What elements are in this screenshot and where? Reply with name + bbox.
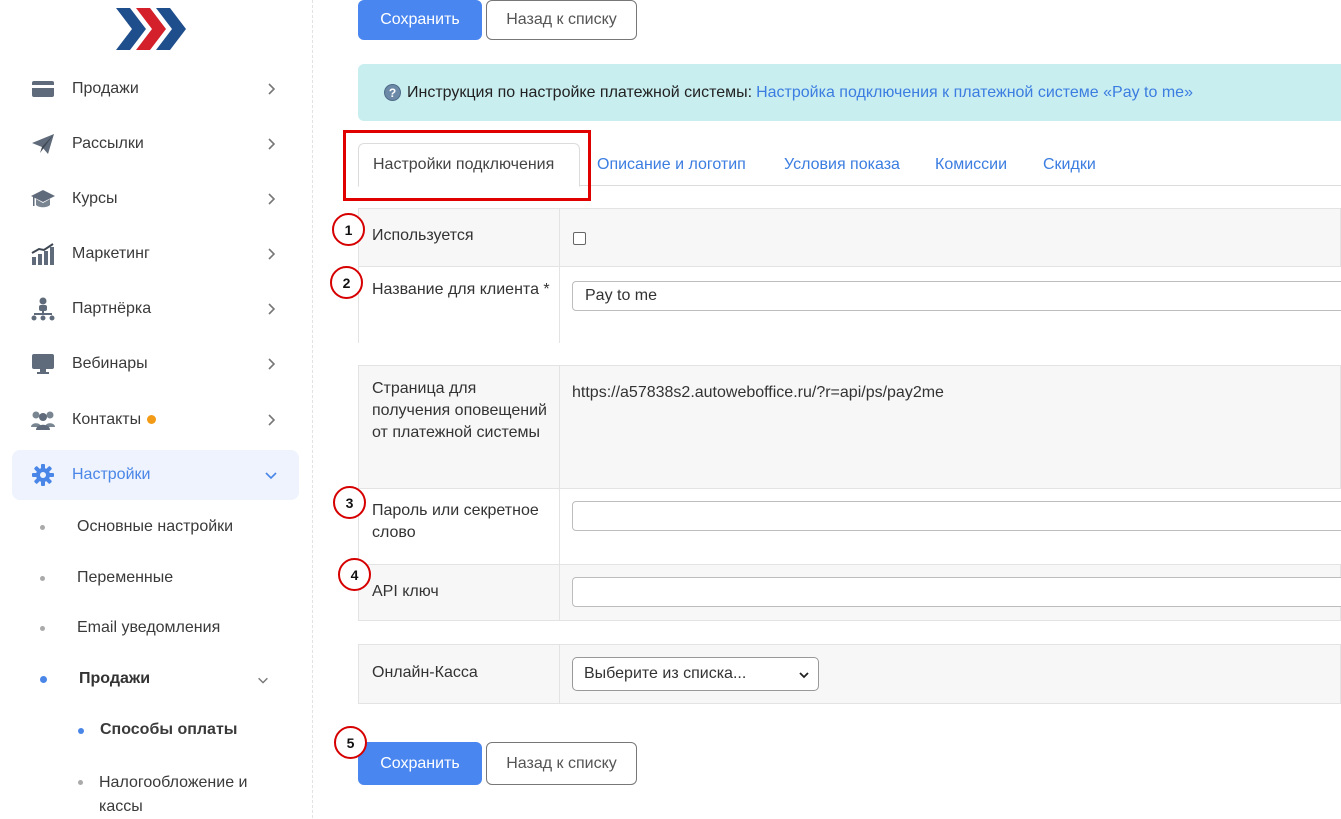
- question-icon: ?: [384, 84, 401, 101]
- annotation-marker-3: 3: [333, 486, 366, 519]
- sidebar-item-settings[interactable]: Настройки: [12, 450, 299, 500]
- sidebar-item-label: Продажи: [72, 80, 139, 97]
- chevron-down-icon: [799, 672, 809, 679]
- back-to-list-button-bottom[interactable]: Назад к списку: [486, 742, 637, 785]
- row-cashbox: Онлайн-Касса Выберите из списка...: [359, 645, 1341, 703]
- notification-dot: [147, 415, 157, 425]
- instruction-text: Инструкция по настройке платежной систем…: [407, 83, 753, 101]
- tab-bar: Настройки подключения Описание и логотип…: [358, 143, 1341, 187]
- row-notify-page: Страница для получения оповещений от пла…: [359, 366, 1341, 488]
- sidebar-item-label: Курсы: [72, 190, 118, 207]
- chevron-right-icon: [268, 303, 276, 315]
- chevron-down-icon: [258, 677, 268, 684]
- client-name-label: Название для клиента *: [372, 281, 550, 298]
- sidebar-item-label: Маркетинг: [72, 245, 150, 262]
- logo-icon[interactable]: [116, 8, 186, 50]
- instruction-link[interactable]: Настройка подключения к платежной систем…: [756, 84, 1193, 102]
- annotation-marker-2: 2: [330, 266, 363, 299]
- api-key-input[interactable]: [572, 577, 1341, 607]
- tab-connection-settings[interactable]: Настройки подключения: [358, 143, 580, 187]
- chevron-right-icon: [268, 248, 276, 260]
- annotation-marker-5: 5: [334, 726, 367, 759]
- sidebar-sub-payment-methods[interactable]: Способы оплаты: [78, 721, 237, 739]
- chart-bar-icon: [30, 241, 56, 267]
- save-button-bottom[interactable]: Сохранить: [358, 742, 482, 785]
- sidebar-item-label: Вебинары: [72, 355, 148, 372]
- settings-table-2: Страница для получения оповещений от пла…: [358, 365, 1341, 621]
- cashbox-select[interactable]: Выберите из списка...: [572, 657, 819, 691]
- users-icon: [30, 407, 56, 433]
- sidebar-item-marketing[interactable]: Маркетинг: [12, 229, 299, 279]
- cashbox-label: Онлайн-Касса: [372, 664, 478, 681]
- row-used: Используется: [359, 209, 1341, 266]
- chevron-right-icon: [268, 193, 276, 205]
- sidebar-sub-taxation[interactable]: Налогообложение и кассы: [78, 771, 278, 819]
- sidebar-item-sales[interactable]: Продажи: [12, 64, 299, 114]
- chevron-right-icon: [268, 138, 276, 150]
- notify-page-url: https://a57838s2.autoweboffice.ru/?r=api…: [572, 384, 944, 401]
- network-icon: [30, 296, 56, 322]
- sidebar-item-courses[interactable]: Курсы: [12, 174, 299, 224]
- back-to-list-button-top[interactable]: Назад к списку: [486, 0, 637, 40]
- chevron-right-icon: [268, 414, 276, 426]
- sidebar-item-label: Контакты: [72, 411, 157, 429]
- sidebar-item-webinars[interactable]: Вебинары: [12, 339, 299, 389]
- sidebar-item-label: Настройки: [72, 466, 151, 483]
- sidebar-item-label: Рассылки: [72, 135, 144, 152]
- password-label: Пароль или секретное слово: [372, 502, 539, 541]
- sidebar-sub-basic-settings[interactable]: Основные настройки: [30, 518, 233, 536]
- instruction-banner: ? Инструкция по настройке платежной сист…: [358, 64, 1341, 121]
- tab-display-conditions[interactable]: Условия показа: [784, 143, 900, 186]
- chevron-down-icon: [265, 472, 277, 480]
- client-name-input[interactable]: [572, 281, 1341, 311]
- sidebar-sub-sales[interactable]: Продажи: [30, 670, 270, 688]
- row-client-name: Название для клиента *: [359, 266, 1341, 343]
- tab-description-logo[interactable]: Описание и логотип: [597, 143, 746, 186]
- monitor-icon: [30, 351, 56, 377]
- sidebar-item-mailings[interactable]: Рассылки: [12, 119, 299, 169]
- row-password: Пароль или секретное слово: [359, 488, 1341, 564]
- sidebar-item-contacts[interactable]: Контакты: [12, 395, 299, 445]
- api-key-label: API ключ: [372, 583, 439, 600]
- graduation-cap-icon: [30, 186, 56, 212]
- sidebar: Продажи Рассылки Курсы Маркетинг Партнёр…: [0, 0, 313, 818]
- sidebar-sub-email-notifications[interactable]: Email уведомления: [30, 619, 220, 637]
- sidebar-item-label: Партнёрка: [72, 300, 152, 317]
- password-input[interactable]: [572, 501, 1341, 531]
- tab-commissions[interactable]: Комиссии: [935, 143, 1007, 186]
- chevron-right-icon: [268, 83, 276, 95]
- annotation-marker-4: 4: [338, 558, 371, 591]
- chevron-right-icon: [268, 358, 276, 370]
- used-checkbox[interactable]: [573, 232, 586, 245]
- main-content: Сохранить Назад к списку ? Инструкция по…: [358, 0, 1341, 818]
- annotation-marker-1: 1: [332, 213, 365, 246]
- tab-discounts[interactable]: Скидки: [1043, 143, 1096, 186]
- notify-page-label: Страница для получения оповещений от пла…: [372, 380, 547, 441]
- paper-plane-icon: [30, 131, 56, 157]
- settings-table-1: Используется Название для клиента *: [358, 208, 1341, 343]
- settings-table-3: Онлайн-Касса Выберите из списка...: [358, 644, 1341, 704]
- row-api-key: API ключ: [359, 564, 1341, 621]
- sidebar-item-partners[interactable]: Партнёрка: [12, 284, 299, 334]
- sidebar-sub-variables[interactable]: Переменные: [30, 569, 173, 587]
- used-label: Используется: [372, 227, 474, 244]
- save-button-top[interactable]: Сохранить: [358, 0, 482, 40]
- wallet-icon: [30, 76, 56, 102]
- gear-icon: [30, 462, 56, 488]
